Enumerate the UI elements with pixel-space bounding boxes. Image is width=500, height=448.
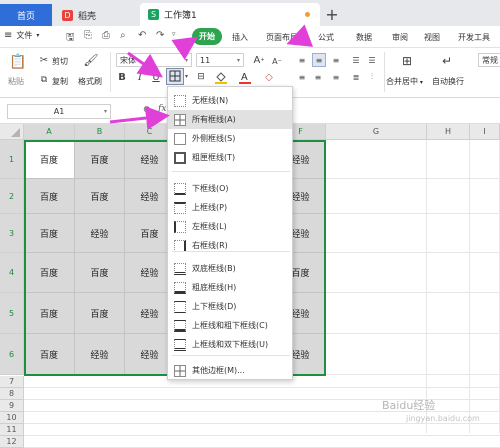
arrow-to-start-tab — [171, 36, 198, 60]
arrow-to-borders-button — [127, 51, 163, 78]
watermark-logo: Baidu经验 — [382, 399, 436, 412]
arrow-to-ribbon-align — [286, 24, 314, 47]
annotation-arrows — [109, 24, 314, 130]
watermark-url: jingyan.baidu.com — [406, 414, 480, 423]
row-header[interactable]: 12 — [0, 436, 24, 448]
grid-line — [24, 435, 500, 436]
arrow-to-all-borders-item — [109, 106, 170, 130]
